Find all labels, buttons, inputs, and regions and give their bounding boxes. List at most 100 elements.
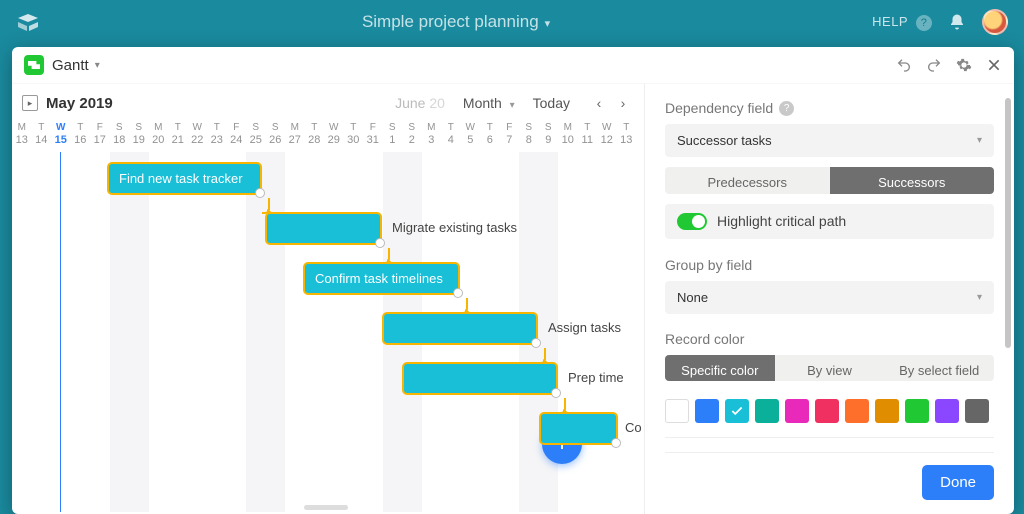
- toggle-on-icon[interactable]: [677, 213, 707, 230]
- gantt-bar[interactable]: [265, 212, 382, 245]
- column-resize-handle[interactable]: [304, 505, 348, 510]
- top-bar: Simple project planning▾ HELP ?: [0, 0, 1024, 44]
- gantt-bar-label: Assign tasks: [548, 320, 621, 335]
- scale-dropdown[interactable]: Month ▾: [463, 95, 515, 111]
- undo-icon[interactable]: [896, 57, 912, 73]
- day-column: M13: [12, 122, 32, 150]
- resize-handle-icon[interactable]: [611, 438, 621, 448]
- day-column: S1: [383, 122, 403, 150]
- day-column: T13: [617, 122, 637, 150]
- gantt-bar[interactable]: Find new task tracker: [107, 162, 262, 195]
- gantt-view-icon: [24, 55, 44, 75]
- color-swatch[interactable]: [905, 399, 929, 423]
- day-column: T16: [71, 122, 91, 150]
- day-column: W22: [188, 122, 208, 150]
- color-swatch[interactable]: [665, 399, 689, 423]
- group-by-select[interactable]: None▾: [665, 281, 994, 314]
- user-avatar[interactable]: [982, 9, 1008, 35]
- day-column: S26: [266, 122, 286, 150]
- day-column: F31: [363, 122, 383, 150]
- day-column: T6: [480, 122, 500, 150]
- divider: [665, 437, 994, 438]
- day-column: W5: [461, 122, 481, 150]
- app-logo-icon[interactable]: [16, 10, 40, 34]
- highlight-critical-path-row[interactable]: Highlight critical path: [665, 204, 994, 239]
- resize-handle-icon[interactable]: [255, 188, 265, 198]
- resize-handle-icon[interactable]: [551, 388, 561, 398]
- notifications-icon[interactable]: [948, 13, 966, 31]
- settings-icon[interactable]: [956, 57, 972, 73]
- next-button[interactable]: ›: [612, 92, 634, 114]
- day-column: S19: [129, 122, 149, 150]
- day-column: T28: [305, 122, 325, 150]
- prev-button[interactable]: ‹: [588, 92, 610, 114]
- by-view-tab[interactable]: By view: [775, 355, 885, 382]
- day-column: S8: [519, 122, 539, 150]
- day-column: W15: [51, 122, 71, 150]
- chevron-down-icon: ▾: [977, 292, 982, 303]
- done-button[interactable]: Done: [922, 465, 994, 500]
- successors-tab[interactable]: Successors: [830, 167, 995, 194]
- color-swatch[interactable]: [755, 399, 779, 423]
- gantt-modal: Gantt ▾ ▸ May 2019 June 20 Month ▾ Today…: [12, 47, 1014, 514]
- color-swatch[interactable]: [815, 399, 839, 423]
- day-column: F7: [500, 122, 520, 150]
- help-icon[interactable]: ?: [779, 101, 794, 116]
- gantt-chart-area[interactable]: + Find new task trackerMigrate existing …: [12, 152, 644, 512]
- day-column: M27: [285, 122, 305, 150]
- predecessors-tab[interactable]: Predecessors: [665, 167, 830, 194]
- color-swatch[interactable]: [785, 399, 809, 423]
- record-color-segmented: Specific color By view By select field: [665, 355, 994, 382]
- scrollbar[interactable]: [1005, 98, 1011, 348]
- redo-icon[interactable]: [926, 57, 942, 73]
- gantt-bar[interactable]: [539, 412, 618, 445]
- today-button[interactable]: Today: [533, 95, 570, 111]
- gantt-bar-label: Co: [625, 420, 642, 435]
- specific-color-tab[interactable]: Specific color: [665, 355, 775, 382]
- gantt-bar-label: Migrate existing tasks: [392, 220, 517, 235]
- view-header: Gantt ▾: [12, 47, 1014, 84]
- dependency-field-heading: Dependency field?: [665, 100, 994, 116]
- current-month-label: May 2019: [46, 95, 113, 112]
- color-swatch[interactable]: [935, 399, 959, 423]
- color-swatch[interactable]: [965, 399, 989, 423]
- highlight-critical-path-label: Highlight critical path: [717, 213, 846, 229]
- gantt-bar[interactable]: [402, 362, 558, 395]
- day-column: M3: [422, 122, 442, 150]
- resize-handle-icon[interactable]: [453, 288, 463, 298]
- chevron-down-icon: ▾: [95, 60, 100, 71]
- gantt-panel: ▸ May 2019 June 20 Month ▾ Today ‹ › M13…: [12, 84, 644, 514]
- chevron-down-icon: ▾: [545, 18, 551, 30]
- close-icon[interactable]: [986, 57, 1002, 73]
- day-column: S25: [246, 122, 266, 150]
- resize-handle-icon[interactable]: [375, 238, 385, 248]
- next-month-label: June 20: [395, 95, 445, 111]
- dependency-field-select[interactable]: Successor tasks▾: [665, 124, 994, 157]
- day-column: W29: [324, 122, 344, 150]
- dependency-direction-segmented: Predecessors Successors: [665, 167, 994, 194]
- color-swatch[interactable]: [695, 399, 719, 423]
- color-swatch[interactable]: [725, 399, 749, 423]
- gantt-bar-label: Prep time: [568, 370, 624, 385]
- group-by-heading: Group by field: [665, 257, 994, 273]
- gantt-bar[interactable]: [382, 312, 538, 345]
- day-column: M20: [149, 122, 169, 150]
- view-name[interactable]: Gantt: [52, 57, 89, 74]
- day-column: F17: [90, 122, 110, 150]
- resize-handle-icon[interactable]: [531, 338, 541, 348]
- day-column: T11: [578, 122, 598, 150]
- color-swatch[interactable]: [845, 399, 869, 423]
- day-column: W12: [597, 122, 617, 150]
- help-link[interactable]: HELP ?: [872, 14, 932, 31]
- day-column: M10: [558, 122, 578, 150]
- by-select-field-tab[interactable]: By select field: [884, 355, 994, 382]
- settings-sidebar: Dependency field? Successor tasks▾ Prede…: [644, 84, 1014, 514]
- expand-sidebar-icon[interactable]: ▸: [22, 95, 38, 111]
- weekend-shade: [110, 152, 149, 512]
- workspace-title[interactable]: Simple project planning▾: [40, 12, 872, 32]
- day-column: T23: [207, 122, 227, 150]
- day-column: S18: [110, 122, 130, 150]
- record-color-heading: Record color: [665, 331, 994, 347]
- color-swatch[interactable]: [875, 399, 899, 423]
- gantt-bar[interactable]: Confirm task timelines: [303, 262, 460, 295]
